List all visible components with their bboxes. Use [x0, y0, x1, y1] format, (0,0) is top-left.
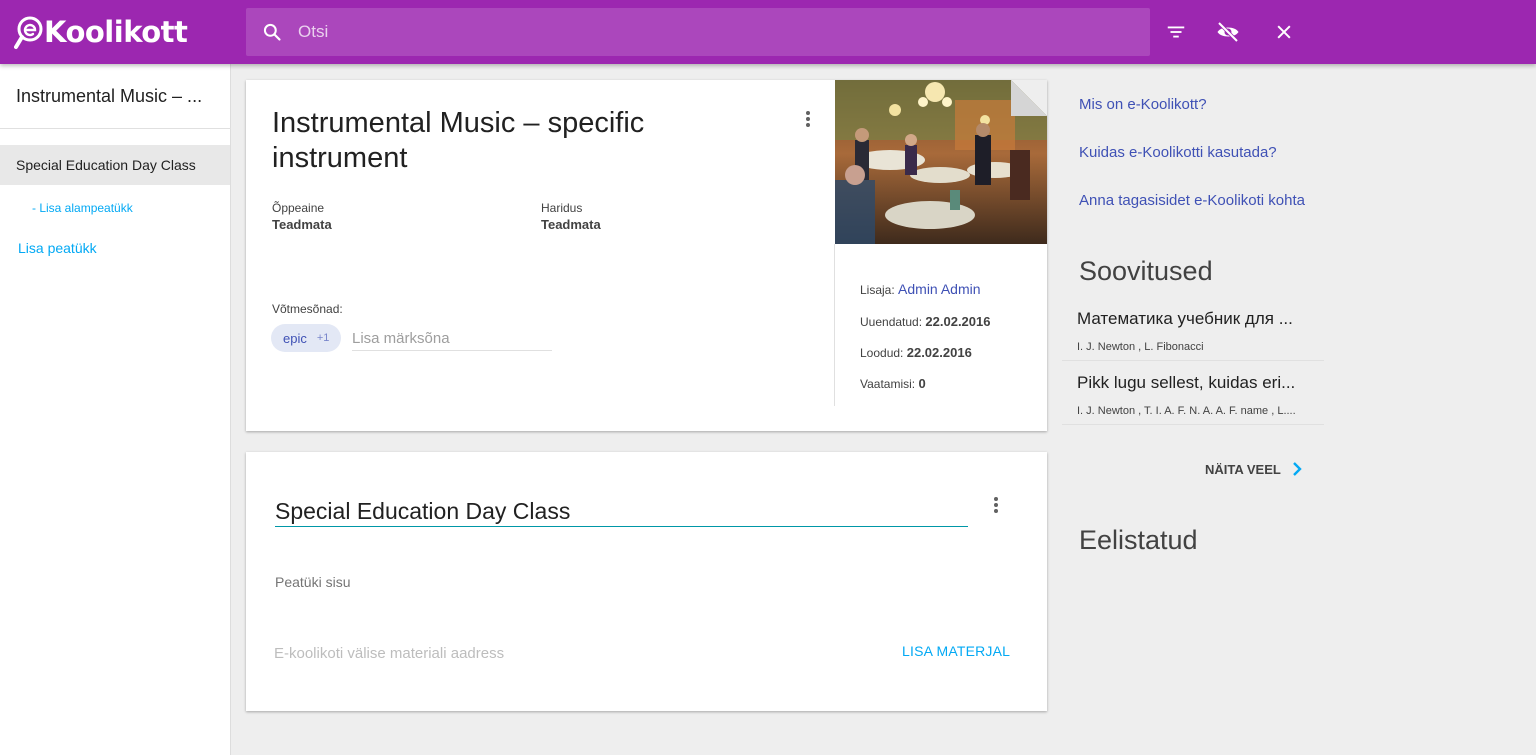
recommendation-item[interactable]: Математика учебник для ... I. J. Newton … [1062, 297, 1324, 361]
show-more-button[interactable]: NÄITA VEEL [1205, 461, 1305, 477]
created-value: 22.02.2016 [906, 345, 972, 360]
recommendation-authors: I. J. Newton , L. Fibonacci [1077, 341, 1204, 353]
keywords-label: Võtmesõnad: [272, 302, 343, 316]
sidebar-divider [0, 128, 231, 129]
chapter-content-placeholder[interactable]: Peatüki sisu [275, 574, 350, 590]
sidebar: Instrumental Music – ... Special Educati… [0, 64, 231, 755]
education-value: Teadmata [541, 217, 601, 232]
keyword-tag-count[interactable]: +1 [317, 332, 330, 344]
chevron-right-icon [1289, 461, 1305, 477]
subject-value: Teadmata [272, 217, 332, 232]
material-title: Instrumental Music – specific instrument [272, 107, 645, 174]
chapter-more-vert-icon[interactable] [984, 493, 1008, 517]
subject-label: Õppeaine [272, 201, 325, 215]
recommendations-heading: Soovitused [1079, 256, 1213, 286]
created-label: Loodud: [860, 346, 904, 360]
info-divider [834, 244, 835, 406]
recommendation-title: Математика учебник для ... [1077, 309, 1293, 328]
search-icon[interactable] [260, 20, 284, 44]
added-by-label: Lisaja: [860, 283, 895, 297]
add-subchapter-link[interactable]: - Lisa alampeatükk [32, 201, 133, 215]
chapter-card: Special Education Day Class Peatüki sisu… [246, 452, 1047, 711]
keyword-input[interactable] [352, 330, 552, 351]
favorites-heading: Eelistatud [1079, 525, 1198, 555]
logo-magnifier-icon [14, 13, 44, 51]
how-to-use-link[interactable]: Kuidas e-Koolikotti kasutada? [1079, 144, 1277, 161]
material-cover-image[interactable] [835, 80, 1047, 244]
search-bar[interactable] [246, 8, 1150, 56]
chapter-title-input[interactable]: Special Education Day Class [275, 498, 968, 527]
updated-value: 22.02.2016 [925, 314, 991, 329]
material-url-input[interactable] [274, 645, 834, 662]
more-vert-icon[interactable] [796, 107, 820, 131]
created-row: Loodud: 22.02.2016 [860, 345, 972, 360]
filter-icon[interactable] [1164, 20, 1188, 44]
sidebar-item-label: Special Education Day Class [16, 157, 196, 173]
logo-text: Koolikott [44, 15, 188, 49]
updated-label: Uuendatud: [860, 315, 923, 329]
close-icon[interactable] [1272, 20, 1296, 44]
material-card: Instrumental Music – specific instrument… [246, 80, 1047, 431]
added-by-row: Lisaja: Admin Admin [860, 281, 981, 297]
recommendation-authors: I. J. Newton , T. I. A. F. N. A. A. F. n… [1077, 405, 1296, 417]
sidebar-material-title[interactable]: Instrumental Music – ... [16, 86, 216, 107]
views-value: 0 [918, 376, 926, 391]
recommendation-title: Pikk lugu sellest, kuidas eri... [1077, 373, 1296, 392]
show-more-label: NÄITA VEEL [1205, 461, 1281, 477]
updated-row: Uuendatud: 22.02.2016 [860, 314, 990, 329]
add-material-button[interactable]: LISA MATERJAL [902, 643, 1010, 659]
views-label: Vaatamisi: [860, 377, 916, 391]
keyword-tag[interactable]: epic +1 [271, 324, 342, 352]
search-input[interactable] [298, 22, 1098, 42]
keyword-tag-label: epic [283, 330, 307, 346]
education-label: Haridus [541, 201, 583, 215]
logo[interactable]: Koolikott [14, 12, 188, 52]
what-is-link[interactable]: Mis on e-Koolikott? [1079, 96, 1207, 113]
sidebar-item-chapter[interactable]: Special Education Day Class [0, 145, 230, 185]
author-link[interactable]: Admin Admin [898, 281, 980, 297]
visibility-off-icon[interactable] [1216, 20, 1240, 44]
feedback-link[interactable]: Anna tagasisidet e-Koolikoti kohta [1079, 192, 1305, 209]
views-row: Vaatamisi: 0 [860, 376, 926, 391]
recommendation-item[interactable]: Pikk lugu sellest, kuidas eri... I. J. N… [1062, 361, 1324, 425]
add-chapter-link[interactable]: Lisa peatükk [18, 240, 97, 256]
top-app-bar: Koolikott [0, 0, 1536, 64]
